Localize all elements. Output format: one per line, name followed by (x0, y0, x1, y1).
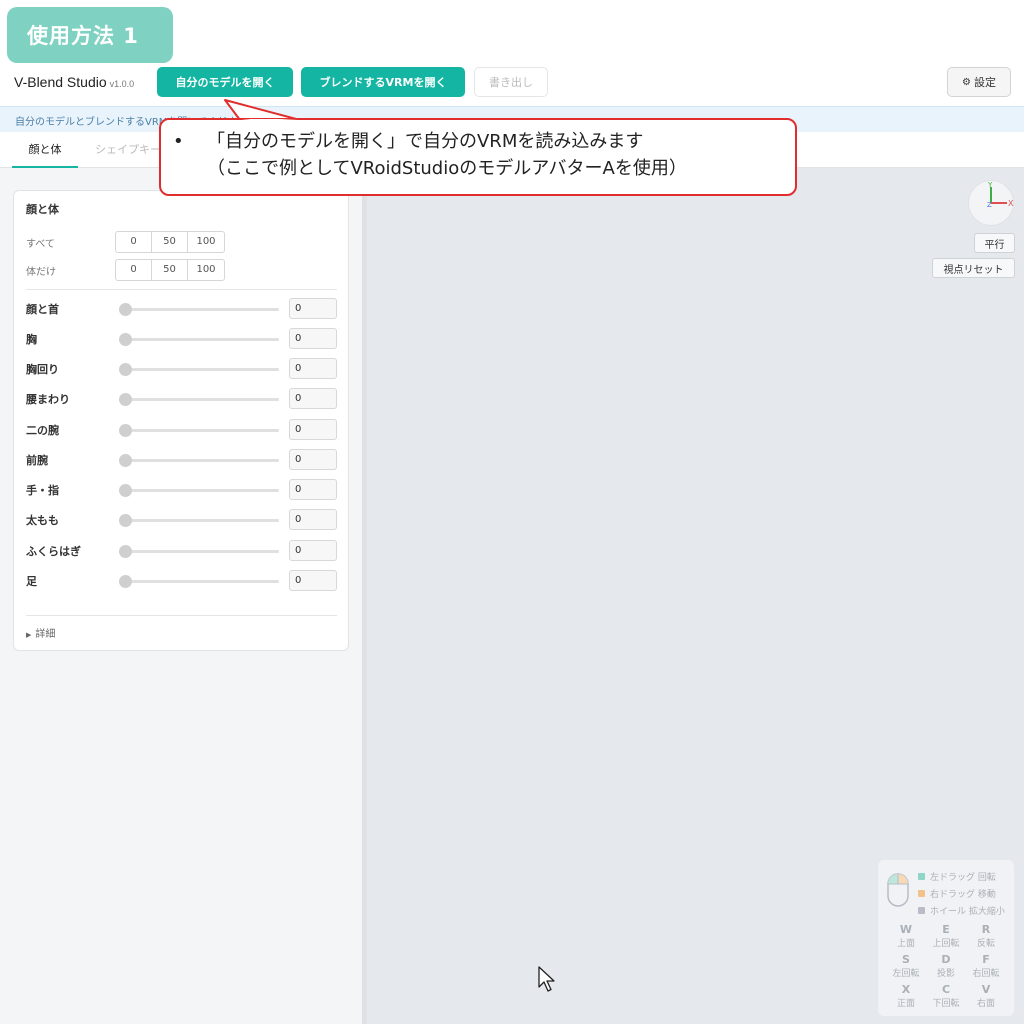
mouse-cursor-icon (538, 966, 555, 992)
callout-pointer-cover (241, 119, 298, 121)
